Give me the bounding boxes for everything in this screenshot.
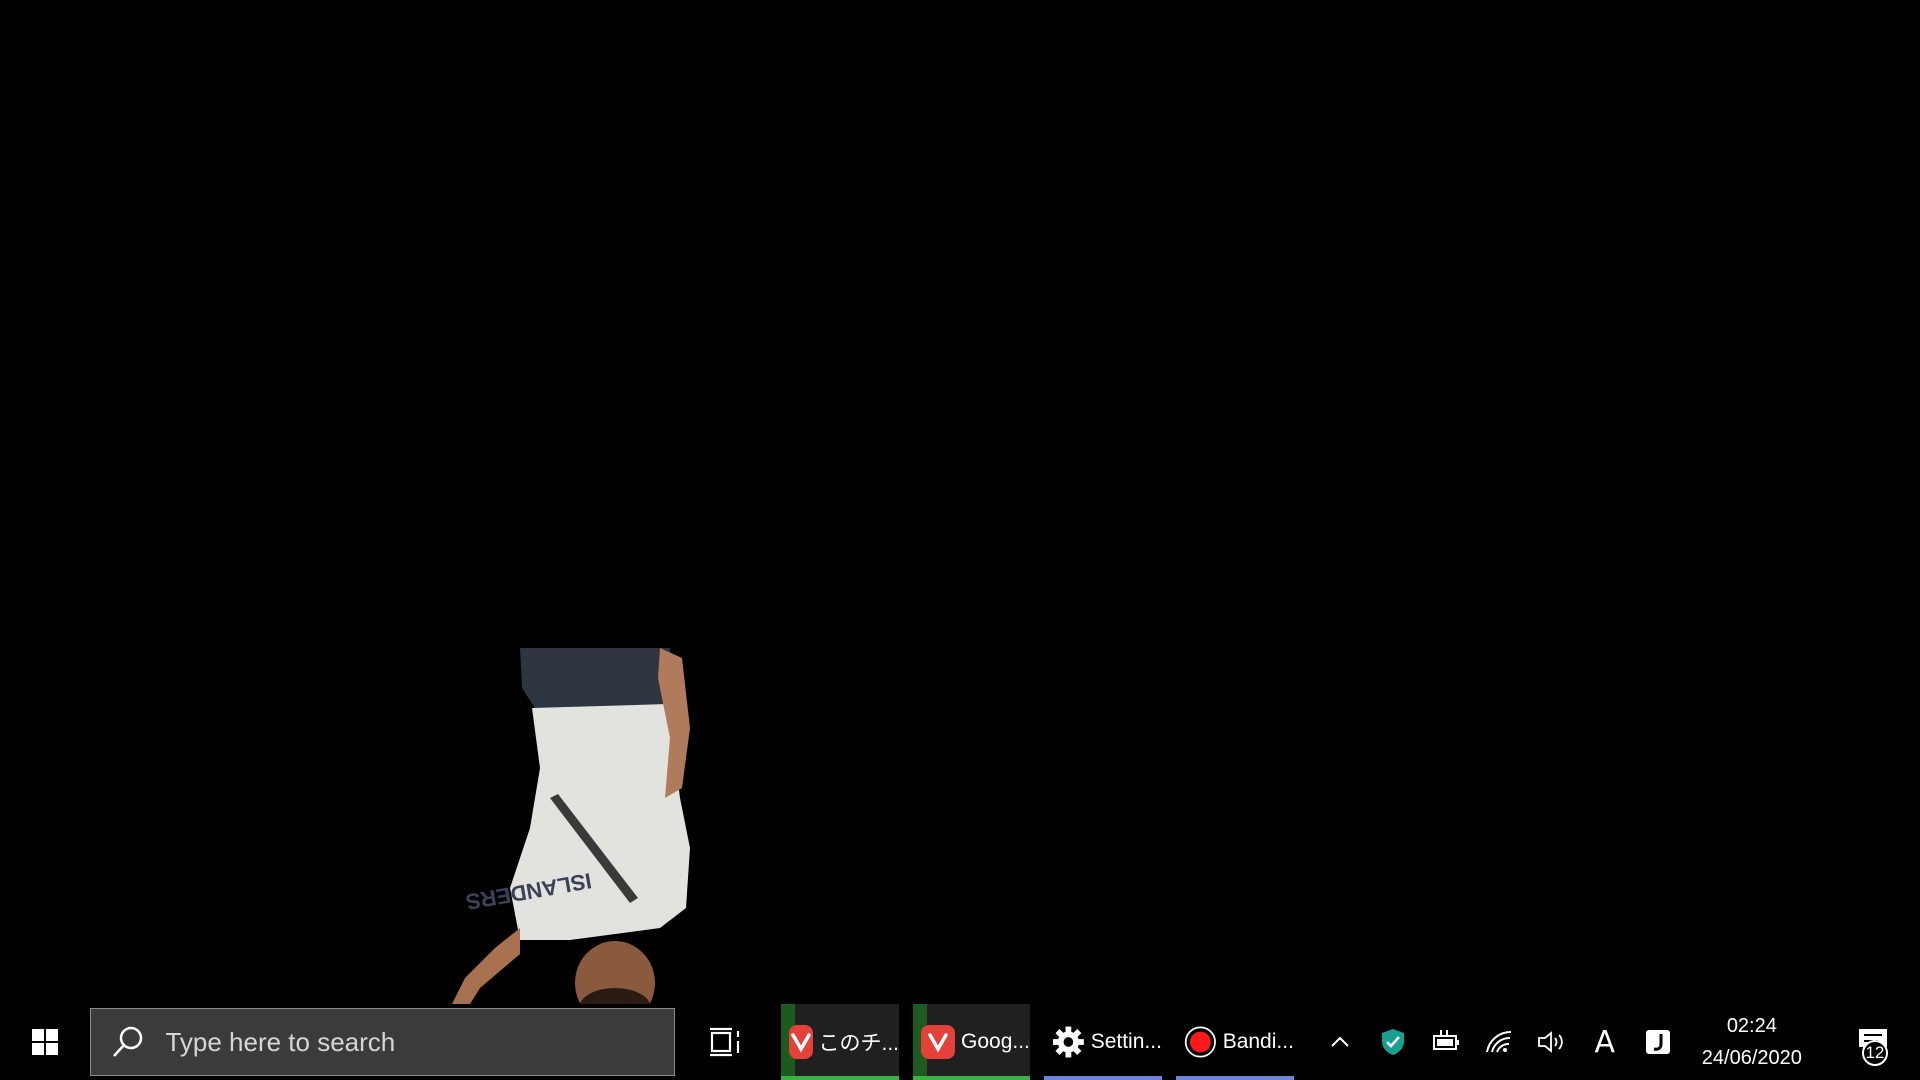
clock-time: 02:24 <box>1726 1015 1777 1037</box>
clock-button[interactable]: 02:24 24/06/2020 <box>1690 1004 1813 1080</box>
wifi-icon <box>1486 1030 1512 1053</box>
taskbar-app-label: このチ... <box>818 1032 900 1055</box>
vivaldi-icon <box>921 1025 956 1059</box>
gear-icon <box>1052 1026 1084 1058</box>
taskbar-app-label: Settin... <box>1090 1030 1162 1053</box>
vivaldi-icon <box>789 1025 813 1059</box>
taskbar: Type here to search このチ... Goog... Setti… <box>8 1004 1912 1080</box>
ime-letter-icon: A <box>1594 1024 1616 1060</box>
start-button[interactable] <box>8 1004 82 1080</box>
windows-logo-icon <box>32 1029 59 1055</box>
taskbar-app-label: Goog... <box>961 1030 1030 1053</box>
person-cutout-image: ISLANDERS <box>445 648 690 1028</box>
search-placeholder: Type here to search <box>165 1026 396 1057</box>
network-tray-button[interactable] <box>1473 1004 1526 1080</box>
clock-date: 24/06/2020 <box>1701 1047 1802 1069</box>
desktop-background: ISLANDERS <box>0 0 1920 1028</box>
notification-count-badge: 12 <box>1861 1040 1888 1066</box>
taskbar-app-label: Bandi... <box>1222 1030 1294 1053</box>
search-icon <box>113 1026 143 1057</box>
taskbar-search-box[interactable]: Type here to search <box>90 1008 675 1076</box>
japanese-input-icon <box>1645 1030 1670 1054</box>
security-tray-button[interactable] <box>1367 1004 1420 1080</box>
chevron-up-icon <box>1331 1036 1350 1047</box>
taskbar-app-vivaldi-1[interactable]: このチ... <box>781 1004 900 1080</box>
taskbar-app-settings[interactable]: Settin... <box>1043 1004 1162 1080</box>
shield-check-icon <box>1382 1029 1405 1055</box>
input-method-tray-button[interactable]: A <box>1578 1004 1631 1080</box>
taskbar-app-bandicam[interactable]: Bandi... <box>1175 1004 1294 1080</box>
task-view-icon <box>709 1027 739 1057</box>
task-view-button[interactable] <box>685 1004 767 1080</box>
power-tray-button[interactable] <box>1420 1004 1473 1080</box>
taskbar-app-vivaldi-2[interactable]: Goog... <box>913 1004 1030 1080</box>
record-icon <box>1184 1026 1216 1058</box>
volume-tray-button[interactable] <box>1525 1004 1578 1080</box>
volume-icon <box>1538 1031 1563 1053</box>
show-hidden-icons-button[interactable] <box>1314 1004 1367 1080</box>
japanese-input-tray-button[interactable] <box>1631 1004 1684 1080</box>
battery-plug-icon <box>1433 1030 1460 1050</box>
action-center-button[interactable]: 12 <box>1834 1004 1912 1080</box>
